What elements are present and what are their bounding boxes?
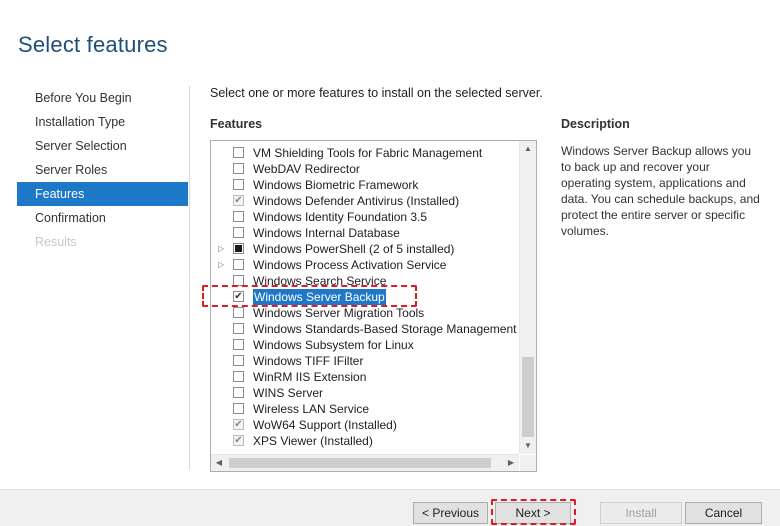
description-title: Description	[561, 117, 630, 131]
wizard-nav: Before You Begin Installation Type Serve…	[17, 86, 188, 254]
feature-row[interactable]: XPS Viewer (Installed)	[211, 433, 519, 449]
description-text: Windows Server Backup allows you to back…	[561, 144, 760, 238]
nav-item-confirmation[interactable]: Confirmation	[17, 206, 188, 230]
feature-row[interactable]: Windows Defender Antivirus (Installed)	[211, 193, 519, 209]
vertical-scrollbar[interactable]: ▲ ▼	[519, 141, 536, 454]
scroll-left-arrow-icon[interactable]: ◀	[211, 455, 227, 471]
scroll-down-arrow-icon[interactable]: ▼	[520, 438, 536, 454]
feature-label: Windows PowerShell (2 of 5 installed)	[253, 242, 455, 256]
feature-checkbox[interactable]	[233, 243, 244, 254]
feature-checkbox[interactable]	[233, 163, 244, 174]
feature-checkbox[interactable]	[233, 307, 244, 318]
previous-button[interactable]: < Previous	[413, 502, 488, 524]
feature-label: WoW64 Support (Installed)	[253, 418, 397, 432]
feature-row[interactable]: ▷ Windows Process Activation Service	[211, 257, 519, 273]
install-button: Install	[600, 502, 682, 524]
feature-row[interactable]: WoW64 Support (Installed)	[211, 417, 519, 433]
nav-item-installation-type[interactable]: Installation Type	[17, 110, 188, 134]
feature-checkbox[interactable]	[233, 259, 244, 270]
feature-checkbox[interactable]	[233, 339, 244, 350]
feature-checkbox	[233, 435, 244, 446]
feature-label: Windows Identity Foundation 3.5	[253, 210, 428, 224]
feature-label: Windows Process Activation Service	[253, 258, 447, 272]
feature-label: WebDAV Redirector	[253, 162, 360, 176]
feature-row[interactable]: WINS Server	[211, 385, 519, 401]
feature-label: XPS Viewer (Installed)	[253, 434, 373, 448]
feature-checkbox[interactable]	[233, 211, 244, 222]
feature-checkbox[interactable]	[233, 387, 244, 398]
nav-item-results: Results	[35, 235, 77, 249]
feature-label: WINS Server	[253, 386, 324, 400]
chevron-right-icon[interactable]: ▷	[218, 257, 228, 273]
page-title: Select features	[18, 32, 168, 57]
horizontal-scrollbar[interactable]: ◀ ▶	[211, 454, 519, 471]
scrollbar-corner	[520, 455, 536, 471]
vertical-scroll-thumb[interactable]	[522, 357, 534, 437]
annotation-highlight-windows-server-backup	[202, 285, 417, 307]
feature-row[interactable]: Windows Subsystem for Linux	[211, 337, 519, 353]
feature-checkbox	[233, 419, 244, 430]
feature-checkbox[interactable]	[233, 355, 244, 366]
scroll-right-arrow-icon[interactable]: ▶	[503, 455, 519, 471]
feature-checkbox[interactable]	[233, 227, 244, 238]
feature-row[interactable]: Windows Internal Database	[211, 225, 519, 241]
instruction-text: Select one or more features to install o…	[210, 86, 543, 100]
feature-row[interactable]: Wireless LAN Service	[211, 401, 519, 417]
feature-row[interactable]: Windows Standards-Based Storage Manageme…	[211, 321, 519, 337]
feature-label: VM Shielding Tools for Fabric Management	[253, 146, 483, 160]
feature-label: Windows TIFF IFilter	[253, 354, 364, 368]
feature-label: Windows Subsystem for Linux	[253, 338, 414, 352]
nav-divider	[189, 86, 190, 469]
feature-row[interactable]: Windows Server Migration Tools	[211, 305, 519, 321]
feature-label: Windows Server Migration Tools	[253, 306, 425, 320]
nav-item-server-roles[interactable]: Server Roles	[17, 158, 188, 182]
feature-row[interactable]: WebDAV Redirector	[211, 161, 519, 177]
feature-label: Windows Standards-Based Storage Manageme…	[253, 322, 517, 336]
feature-row[interactable]: VM Shielding Tools for Fabric Management	[211, 145, 519, 161]
feature-row[interactable]: WinRM IIS Extension	[211, 369, 519, 385]
feature-checkbox[interactable]	[233, 147, 244, 158]
feature-checkbox	[233, 195, 244, 206]
feature-checkbox[interactable]	[233, 403, 244, 414]
feature-row[interactable]: ▷ Windows PowerShell (2 of 5 installed)	[211, 241, 519, 257]
feature-row[interactable]: Windows Biometric Framework	[211, 177, 519, 193]
feature-checkbox[interactable]	[233, 179, 244, 190]
features-heading: Features	[210, 117, 263, 131]
feature-checkbox[interactable]	[233, 371, 244, 382]
feature-row[interactable]: Windows Identity Foundation 3.5	[211, 209, 519, 225]
feature-checkbox[interactable]	[233, 323, 244, 334]
horizontal-scroll-thumb[interactable]	[229, 458, 491, 468]
nav-item-features[interactable]: Features	[17, 182, 188, 206]
nav-item-server-selection[interactable]: Server Selection	[17, 134, 188, 158]
feature-label: WinRM IIS Extension	[253, 370, 367, 384]
feature-label: Windows Internal Database	[253, 226, 400, 240]
feature-label: Wireless LAN Service	[253, 402, 370, 416]
scroll-up-arrow-icon[interactable]: ▲	[520, 141, 536, 157]
feature-row[interactable]: Windows TIFF IFilter	[211, 353, 519, 369]
cancel-button[interactable]: Cancel	[685, 502, 762, 524]
nav-item-before-you-begin[interactable]: Before You Begin	[17, 86, 188, 110]
feature-label: Windows Defender Antivirus (Installed)	[253, 194, 460, 208]
feature-label: Windows Biometric Framework	[253, 178, 419, 192]
chevron-right-icon[interactable]: ▷	[218, 241, 228, 257]
annotation-highlight-next	[491, 499, 576, 525]
